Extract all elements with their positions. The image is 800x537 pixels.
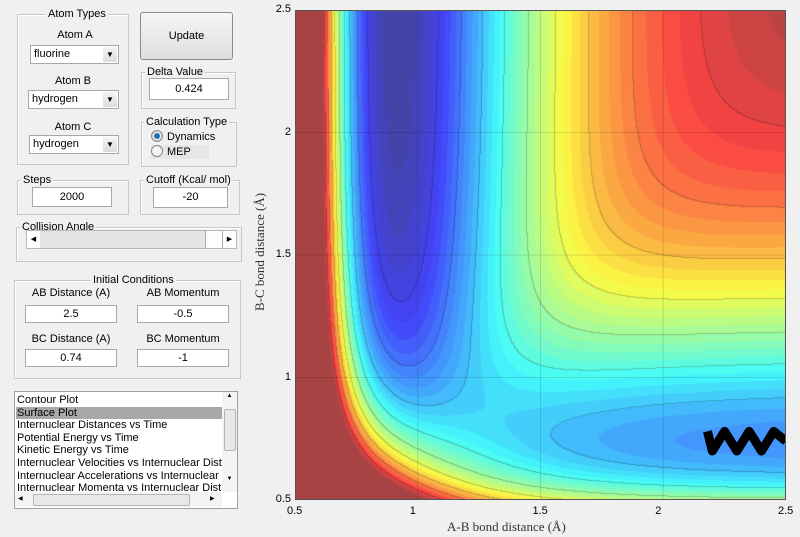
list-item[interactable]: Surface Plot [16,406,222,420]
ab-distance-label: AB Distance (A) [31,287,111,299]
arrow-left-icon[interactable]: ◀ [27,231,40,248]
arrow-down-icon[interactable]: ▼ [222,476,237,482]
ab-momentum-label: AB Momentum [146,287,220,299]
y-tick-label: 0.5 [275,493,291,505]
arrow-right-icon[interactable]: ▶ [210,495,215,502]
cutoff-input[interactable]: -20 [153,187,228,208]
radio-dynamics[interactable]: Dynamics [151,130,215,144]
x-axis-label: A-B bond distance (Å) [447,519,566,534]
list-item[interactable]: Internuclear Accelerations vs Internucle… [16,470,222,483]
plot-overlay [295,10,786,500]
update-button[interactable]: Update [140,12,233,60]
slider-thumb[interactable] [205,231,222,248]
atom-c-value: hydrogen [33,138,79,150]
x-tick-label: 2 [655,505,662,517]
trajectory-line [703,426,786,456]
steps-input[interactable]: 2000 [32,187,112,207]
bc-momentum-input[interactable]: -1 [137,349,229,367]
x-tick-label: 0.5 [287,505,303,517]
atom-types-title: Atom Types [46,8,108,20]
bc-distance-label: BC Distance (A) [31,333,111,345]
list-item[interactable]: Internuclear Velocities vs Internuclear … [16,457,222,470]
chevron-down-icon[interactable]: ▼ [103,137,117,152]
radio-selected-icon [151,130,163,142]
x-tick-label: 1.5 [532,505,548,517]
collision-angle-slider[interactable]: ◀ ▶ [26,230,237,249]
list-item[interactable]: Kinetic Energy vs Time [16,444,222,457]
ab-momentum-input[interactable]: -0.5 [137,305,229,323]
atom-c-select[interactable]: hydrogen ▼ [29,135,119,154]
scroll-thumb[interactable] [224,409,236,451]
radio-unselected-icon [151,145,163,157]
plot-type-listbox[interactable]: Contour Plot Surface Plot Internuclear Dis… [14,391,238,509]
calculation-type-title: Calculation Type [144,116,230,128]
ab-distance-input[interactable]: 2.5 [25,305,117,323]
arrow-right-icon[interactable]: ▶ [222,231,236,248]
arrow-left-icon[interactable]: ◀ [18,495,23,502]
atom-b-label: Atom B [54,75,92,87]
chevron-down-icon[interactable]: ▼ [103,92,117,107]
vertical-scrollbar[interactable]: ▲ ▼ [222,392,237,492]
y-tick-label: 1 [284,370,291,383]
atom-b-select[interactable]: hydrogen ▼ [28,90,119,109]
atom-a-select[interactable]: fluorine ▼ [30,45,119,64]
x-tick-label: 2.5 [778,505,794,517]
list-item[interactable]: Potential Energy vs Time [16,432,222,445]
radio-mep[interactable]: MEP [151,145,209,159]
y-tick-label: 2.5 [275,3,291,15]
scroll-thumb[interactable] [33,494,190,506]
x-tick-label: 1 [409,505,416,517]
initial-conditions-title: Initial Conditions [91,274,176,286]
delta-value-input[interactable]: 0.424 [149,78,229,100]
list-item[interactable]: Contour Plot [16,394,222,407]
arrow-up-icon[interactable]: ▲ [222,393,237,399]
bc-distance-input[interactable]: 0.74 [25,349,117,367]
atom-a-label: Atom A [57,29,93,41]
y-tick-label: 1.5 [275,248,291,260]
radio-dynamics-label: Dynamics [167,131,216,143]
atom-c-label: Atom C [54,121,92,133]
atom-a-value: fluorine [34,48,71,60]
atom-b-value: hydrogen [32,93,78,105]
steps-title: Steps [21,174,54,186]
delta-value-title: Delta Value [145,66,206,78]
radio-mep-label: MEP [167,146,191,158]
horizontal-scrollbar[interactable]: ◀ ▶ [15,492,222,507]
y-axis-label: B-C bond distance (Å) [252,192,267,312]
chevron-down-icon[interactable]: ▼ [103,47,117,62]
cutoff-title: Cutoff (Kcal/ mol) [144,174,233,186]
bc-momentum-label: BC Momentum [146,333,220,345]
list-item[interactable]: Internuclear Distances vs Time [16,419,222,432]
y-tick-label: 2 [284,125,291,138]
